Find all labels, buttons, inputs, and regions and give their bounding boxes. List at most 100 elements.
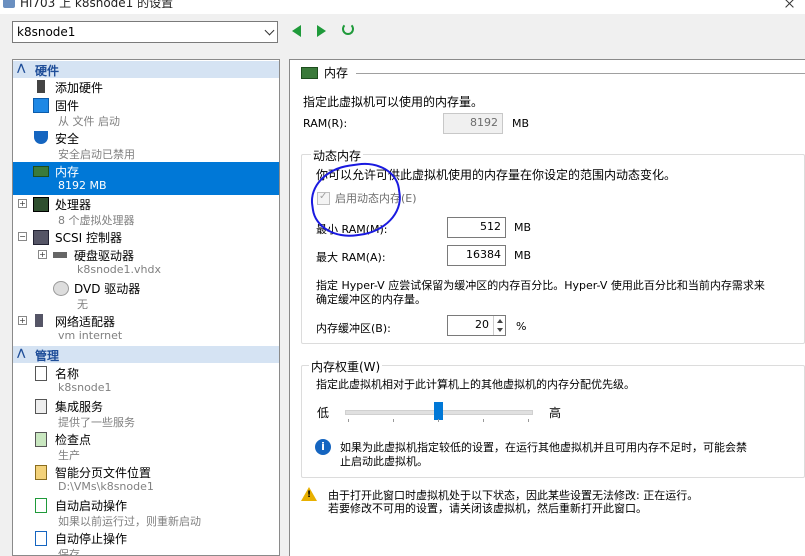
- tree-item-integration[interactable]: 集成服务 提供了一些服务: [13, 397, 279, 430]
- tree-item-sub: k8snode1.vhdx: [77, 263, 162, 276]
- info-text-2: 止启动此虚拟机。: [340, 455, 428, 468]
- memory-weight-title: 内存权重(W): [309, 358, 383, 375]
- section-title: 内存: [324, 66, 349, 80]
- tree-item-sub: k8snode1: [58, 381, 112, 394]
- buffer-spinner[interactable]: [493, 316, 505, 335]
- tree-item-hard-drive[interactable]: + 硬盘驱动器 k8snode1.vhdx: [13, 246, 279, 279]
- tree-item-label: 集成服务: [55, 400, 104, 414]
- tree-item-label: 安全: [55, 132, 80, 146]
- back-arrow-icon[interactable]: [292, 25, 301, 37]
- tree-item-label: 名称: [55, 367, 80, 381]
- tree-item-sub: 如果以前运行过，则重新启动: [58, 515, 201, 528]
- min-ram-input[interactable]: 512: [447, 217, 506, 238]
- close-icon[interactable]: [765, 0, 805, 10]
- hyperv-icon: [3, 0, 15, 8]
- ram-label: RAM(R):: [303, 117, 348, 130]
- tree-item-name[interactable]: 名称 k8snode1: [13, 364, 279, 397]
- ram-input[interactable]: 8192: [443, 113, 503, 134]
- weight-high-label: 高: [549, 406, 562, 420]
- paging-file-icon: [35, 465, 47, 480]
- tree-item-label: SCSI 控制器: [55, 231, 122, 245]
- tree-item-label: 内存: [55, 165, 80, 179]
- tree-item-sub: 提供了一些服务: [58, 416, 135, 429]
- tree-item-label: 硬盘驱动器: [74, 249, 135, 263]
- vm-selector-value: k8snode1: [17, 25, 76, 39]
- tree-item-label: 自动启动操作: [55, 499, 128, 513]
- buffer-label: 内存缓冲区(B):: [316, 322, 391, 335]
- tree-item-scsi[interactable]: − SCSI 控制器: [13, 228, 279, 245]
- info-icon: i: [315, 439, 331, 455]
- min-ram-unit: MB: [514, 221, 532, 234]
- memory-weight-slider-thumb[interactable]: [434, 402, 443, 420]
- memory-icon: [301, 67, 318, 79]
- add-hardware-icon: [37, 80, 45, 93]
- dynamic-memory-title: 动态内存: [311, 147, 364, 164]
- collapse-icon: ⋀: [17, 348, 26, 359]
- tree-item-sub: vm internet: [58, 329, 123, 342]
- title-bar: Hi703 上 k8snode1 的设置: [0, 0, 805, 14]
- tree-item-sub: D:\VMs\k8snode1: [58, 480, 154, 493]
- vm-selector[interactable]: k8snode1: [12, 21, 278, 43]
- tree-item-autostop[interactable]: 自动停止操作 保存: [13, 529, 279, 556]
- tree-item-autostart[interactable]: 自动启动操作 如果以前运行过，则重新启动: [13, 496, 279, 529]
- ram-unit: MB: [512, 117, 530, 130]
- expand-icon[interactable]: +: [38, 250, 47, 259]
- expand-icon[interactable]: +: [18, 199, 27, 208]
- name-icon: [35, 366, 47, 381]
- forward-arrow-icon[interactable]: [317, 25, 326, 37]
- memory-weight-description: 指定此虚拟机相对于此计算机上的其他虚拟机的内存分配优先级。: [316, 378, 635, 391]
- buffer-description-2: 确定缓冲区的内存量。: [316, 293, 426, 306]
- expand-icon[interactable]: +: [18, 316, 27, 325]
- section-hardware-label: 硬件: [35, 64, 60, 78]
- tree-item-firmware[interactable]: 固件 从 文件 启动: [13, 96, 279, 129]
- tree-item-label: 自动停止操作: [55, 532, 128, 546]
- tree-item-label: 处理器: [55, 198, 92, 212]
- processor-icon: [33, 197, 49, 212]
- warning-icon: !: [301, 487, 317, 501]
- firmware-icon: [33, 98, 49, 113]
- tree-item-sub: 保存: [58, 548, 80, 556]
- tree-item-label: 固件: [55, 99, 80, 113]
- tree-item-processor[interactable]: + 处理器 8 个虚拟处理器: [13, 195, 279, 228]
- buffer-unit: %: [516, 320, 527, 333]
- dvd-icon: [53, 281, 69, 296]
- tree-item-memory[interactable]: 内存 8192 MB: [13, 162, 279, 195]
- tree-item-sub: 从 文件 启动: [58, 115, 120, 128]
- refresh-icon[interactable]: [342, 23, 354, 35]
- section-management-label: 管理: [35, 349, 60, 363]
- tree-item-label: 添加硬件: [55, 81, 104, 95]
- checkpoint-icon: [35, 432, 47, 447]
- shield-icon: [34, 131, 48, 144]
- chevron-down-icon: [264, 25, 275, 36]
- tree-item-label: 检查点: [55, 433, 92, 447]
- tree-item-paging[interactable]: 智能分页文件位置 D:\VMs\k8snode1: [13, 463, 279, 496]
- tree-item-sub: 无: [77, 298, 88, 311]
- tree-item-dvd[interactable]: DVD 驱动器 无: [13, 279, 279, 312]
- warning-text-2: 若要修改不可用的设置，请关闭该虚拟机，然后重新打开此窗口。: [328, 502, 647, 515]
- scsi-icon: [33, 230, 49, 245]
- max-ram-label: 最大 RAM(A):: [316, 251, 386, 264]
- buffer-value: 20: [475, 318, 489, 331]
- tree-item-network[interactable]: + 网络适配器 vm internet: [13, 312, 279, 345]
- tree-item-sub: 生产: [58, 449, 80, 462]
- tree-item-sub: 安全启动已禁用: [58, 148, 135, 161]
- auto-stop-icon: [35, 531, 47, 546]
- tree-item-checkpoints[interactable]: 检查点 生产: [13, 430, 279, 463]
- settings-tree: ⋀ 硬件 添加硬件 固件 从 文件 启动 安全 安全启动已禁用 内存 8192 …: [12, 59, 280, 556]
- tree-item-label: 智能分页文件位置: [55, 466, 152, 480]
- max-ram-input[interactable]: 16384: [447, 245, 506, 266]
- window-title: Hi703 上 k8snode1 的设置: [20, 0, 174, 10]
- tree-item-add-hardware[interactable]: 添加硬件: [13, 78, 279, 95]
- collapse-icon[interactable]: −: [18, 232, 27, 241]
- auto-start-icon: [35, 498, 47, 513]
- tree-item-security[interactable]: 安全 安全启动已禁用: [13, 129, 279, 162]
- collapse-icon: ⋀: [17, 63, 26, 74]
- hard-drive-icon: [53, 252, 67, 258]
- tree-item-sub: 8 个虚拟处理器: [58, 214, 135, 227]
- section-hardware[interactable]: ⋀ 硬件: [13, 61, 279, 78]
- section-management[interactable]: ⋀ 管理: [13, 346, 279, 363]
- tree-item-label: DVD 驱动器: [74, 282, 141, 296]
- integration-services-icon: [35, 399, 47, 414]
- buffer-input[interactable]: 20: [447, 315, 506, 336]
- memory-icon: [33, 166, 49, 177]
